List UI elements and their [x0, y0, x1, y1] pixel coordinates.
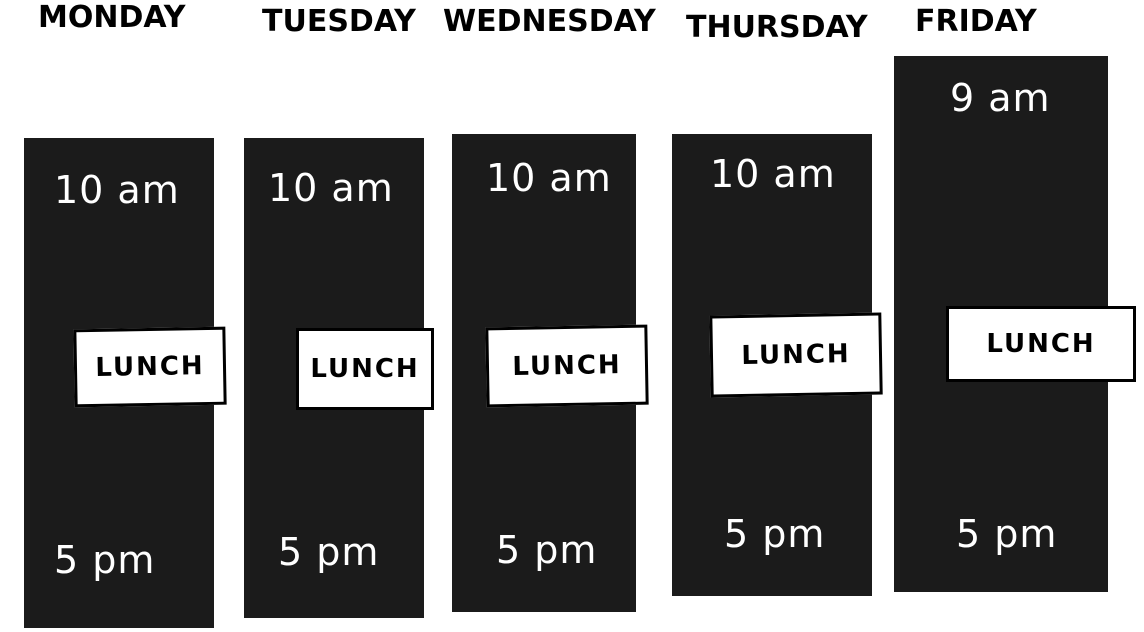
lunch-label: LUNCH	[310, 354, 420, 384]
day-heading-thursday: THURSDAY	[686, 10, 868, 45]
start-time-label: 10 am	[268, 166, 394, 210]
lunch-block-friday: LUNCH	[946, 306, 1136, 382]
lunch-label: LUNCH	[741, 339, 851, 371]
end-time-label: 5 pm	[278, 530, 380, 574]
lunch-block-tuesday: LUNCH	[296, 328, 434, 410]
end-time-label: 5 pm	[496, 528, 598, 572]
day-heading-wednesday: WEDNESDAY	[443, 4, 656, 39]
lunch-label: LUNCH	[512, 350, 622, 382]
lunch-block-thursday: LUNCH	[709, 312, 883, 398]
lunch-label: LUNCH	[95, 351, 205, 383]
day-heading-tuesday: TUESDAY	[262, 4, 416, 39]
end-time-label: 5 pm	[54, 538, 156, 582]
lunch-block-monday: LUNCH	[73, 326, 227, 408]
start-time-label: 10 am	[486, 156, 612, 200]
end-time-label: 5 pm	[956, 512, 1058, 556]
lunch-block-wednesday: LUNCH	[485, 324, 649, 408]
day-heading-friday: FRIDAY	[915, 4, 1037, 39]
lunch-label: LUNCH	[986, 329, 1096, 359]
start-time-label: 9 am	[950, 76, 1051, 120]
end-time-label: 5 pm	[724, 512, 826, 556]
start-time-label: 10 am	[54, 168, 180, 212]
start-time-label: 10 am	[710, 152, 836, 196]
day-heading-monday: MONDAY	[38, 0, 186, 35]
